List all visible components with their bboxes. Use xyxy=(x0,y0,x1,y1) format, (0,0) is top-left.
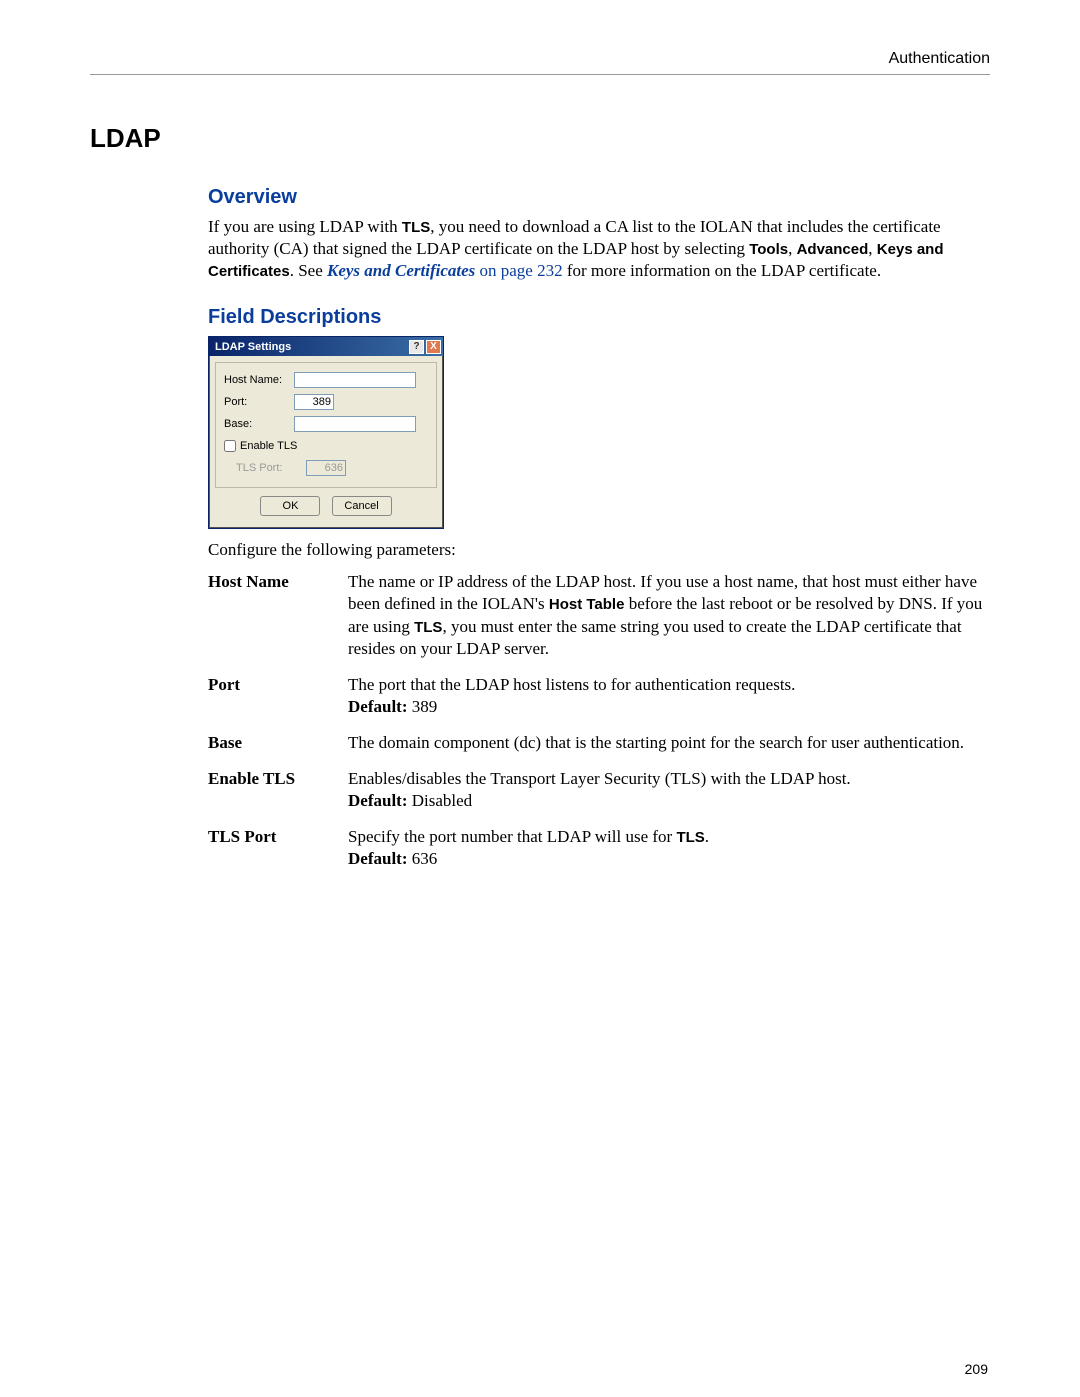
close-icon[interactable]: X xyxy=(426,340,441,354)
keys-certs-link[interactable]: Keys and Certificates xyxy=(327,261,475,280)
ldap-settings-dialog: LDAP Settings ? X Host Name: Port: xyxy=(208,336,444,529)
tls-port-label: TLS Port: xyxy=(224,461,306,475)
page-number: 209 xyxy=(965,1361,988,1377)
help-icon[interactable]: ? xyxy=(409,340,424,354)
overview-text: If you are using LDAP with TLS, you need… xyxy=(208,216,998,282)
field-desc-heading: Field Descriptions xyxy=(208,304,998,330)
cancel-button[interactable]: Cancel xyxy=(332,496,392,516)
advanced-label: Advanced xyxy=(797,241,869,258)
field-name: Base xyxy=(208,732,348,768)
field-desc-intro: Configure the following parameters: xyxy=(208,539,998,561)
base-label: Base: xyxy=(224,417,294,431)
port-label: Port: xyxy=(224,395,294,409)
field-desc: The port that the LDAP host listens to f… xyxy=(348,674,998,732)
field-desc: The name or IP address of the LDAP host.… xyxy=(348,571,998,673)
table-row: Port The port that the LDAP host listens… xyxy=(208,674,998,732)
overview-heading: Overview xyxy=(208,184,998,210)
field-name: TLS Port xyxy=(208,826,348,884)
field-name: Enable TLS xyxy=(208,768,348,826)
table-row: Host Name The name or IP address of the … xyxy=(208,571,998,673)
divider xyxy=(90,74,990,75)
ok-button[interactable]: OK xyxy=(260,496,320,516)
table-row: Enable TLS Enables/disables the Transpor… xyxy=(208,768,998,826)
field-desc: Specify the port number that LDAP will u… xyxy=(348,826,998,884)
dialog-form-group: Host Name: Port: Base: xyxy=(215,362,437,488)
port-input[interactable] xyxy=(294,394,334,410)
tools-label: Tools xyxy=(749,241,788,258)
base-input[interactable] xyxy=(294,416,416,432)
field-desc: Enables/disables the Transport Layer Sec… xyxy=(348,768,998,826)
field-descriptions-table: Host Name The name or IP address of the … xyxy=(208,571,998,884)
page-title: LDAP xyxy=(90,123,990,154)
tls-label: TLS xyxy=(402,219,430,236)
enable-tls-label: Enable TLS xyxy=(240,439,297,453)
dialog-titlebar: LDAP Settings ? X xyxy=(209,337,443,356)
enable-tls-checkbox[interactable] xyxy=(224,440,236,452)
field-name: Port xyxy=(208,674,348,732)
dialog-title: LDAP Settings xyxy=(215,340,291,354)
tls-port-input xyxy=(306,460,346,476)
table-row: Base The domain component (dc) that is t… xyxy=(208,732,998,768)
host-name-label: Host Name: xyxy=(224,373,294,387)
keys-certs-link-page[interactable]: on page 232 xyxy=(475,261,562,280)
field-name: Host Name xyxy=(208,571,348,673)
field-desc: The domain component (dc) that is the st… xyxy=(348,732,998,768)
table-row: TLS Port Specify the port number that LD… xyxy=(208,826,998,884)
breadcrumb: Authentication xyxy=(90,50,990,68)
host-name-input[interactable] xyxy=(294,372,416,388)
